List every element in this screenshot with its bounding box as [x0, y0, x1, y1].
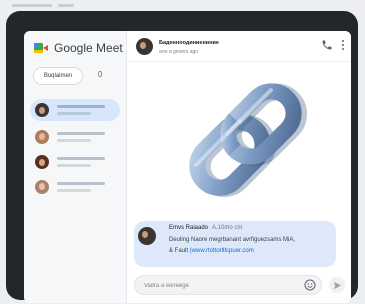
send-button[interactable] — [329, 277, 345, 293]
message-text: Deuling Naore megrbanant avrfiguezsams M… — [169, 237, 296, 243]
sender-avatar — [138, 227, 156, 245]
message-time: A,10mo cm — [212, 225, 243, 231]
emoji-icon[interactable] — [304, 279, 316, 291]
window-grip-small — [58, 4, 74, 7]
message-composer — [134, 275, 322, 295]
contact-avatar[interactable] — [136, 38, 153, 55]
window-grip — [12, 4, 52, 7]
person-avatar — [35, 103, 49, 117]
message-input[interactable] — [142, 278, 296, 294]
conversation-item[interactable] — [30, 126, 120, 148]
message-bubble: Emvs Raiaado A,10mo cm Deuling Naore megr… — [134, 221, 336, 267]
tab-conversations[interactable]: Buqlaimen — [33, 67, 83, 85]
phone-icon[interactable] — [321, 39, 333, 51]
person-avatar — [35, 180, 49, 194]
more-vert-icon[interactable] — [340, 39, 346, 51]
chat-panel: Баденноодиниениниe алн а gnoers ago Emvs… — [127, 31, 351, 303]
message-text-continued: & Fault — [169, 248, 190, 254]
app-screen: Google Meet Buqlaimen 0 Баденноодиниенин… — [24, 31, 351, 303]
message-link[interactable]: (www.rtottorltlcpuer.com — [190, 248, 254, 254]
conversation-item[interactable] — [30, 151, 120, 173]
send-icon — [333, 281, 341, 289]
sidebar: Google Meet Buqlaimen 0 — [24, 31, 127, 303]
conversation-item[interactable] — [30, 99, 120, 121]
person-avatar — [35, 130, 49, 144]
unread-count-badge[interactable]: 0 — [98, 70, 102, 79]
sender-name: Emvs Raiaado — [169, 225, 209, 231]
brand: Google Meet — [34, 41, 123, 55]
conversation-item[interactable] — [30, 176, 120, 198]
contact-status: алн а gnoers ago — [159, 49, 199, 55]
contact-name: Баденноодиниениниe — [159, 40, 219, 46]
link-chain-icon — [189, 83, 308, 197]
app-name: Google Meet — [54, 41, 123, 55]
tablet-frame: Google Meet Buqlaimen 0 Баденноодиниенин… — [6, 11, 358, 303]
chat-header: Баденноодиниениниe алн а gnoers ago — [127, 31, 351, 62]
google-meet-logo-icon — [34, 42, 48, 54]
person-avatar — [35, 155, 49, 169]
